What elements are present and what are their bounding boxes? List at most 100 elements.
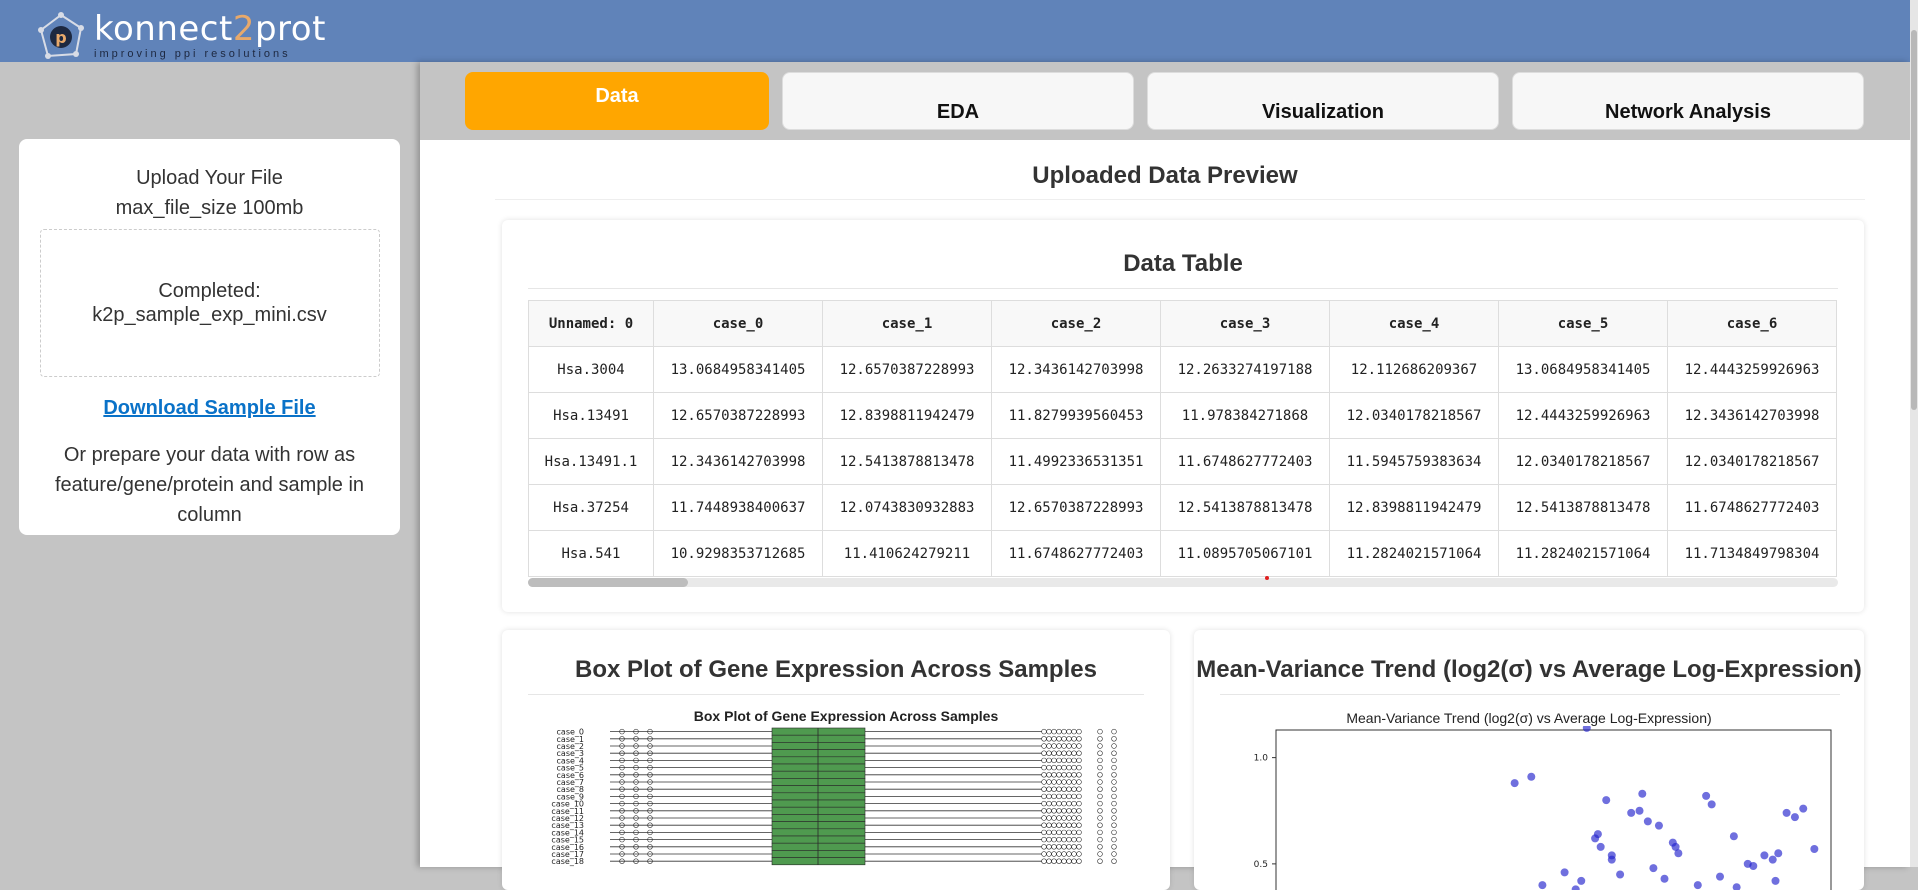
box-outlier — [1111, 736, 1117, 742]
box-outlier — [1051, 764, 1057, 771]
tab-eda[interactable]: EDA — [782, 72, 1134, 130]
scatter-point — [1596, 842, 1605, 851]
divider — [1220, 694, 1840, 695]
box-outlier — [1097, 822, 1103, 828]
box-outlier — [1076, 750, 1082, 756]
scatter-point — [1649, 864, 1658, 873]
data-table-scroll[interactable]: Unnamed: 0 case_0 case_1 case_2 case_3 c… — [528, 300, 1838, 583]
box-outlier — [1061, 844, 1067, 850]
table-row: Hsa.3004 13.0684958341405 12.65703872289… — [528, 346, 1837, 393]
table-horizontal-scrollbar[interactable] — [528, 578, 1838, 587]
box-outlier — [1076, 793, 1082, 800]
brand-logo[interactable]: p konnect2prot improving ppi resolutions — [36, 12, 326, 62]
box-outlier — [1046, 844, 1052, 850]
tab-data[interactable]: Data — [465, 72, 769, 130]
box-outlier — [1076, 728, 1082, 735]
box-outlier — [1076, 822, 1082, 828]
box-outlier — [1051, 851, 1057, 857]
box-outlier — [1061, 779, 1067, 785]
box-outlier — [1041, 757, 1047, 764]
download-sample-link[interactable]: Download Sample File — [103, 397, 315, 420]
tab-visualization[interactable]: Visualization — [1147, 72, 1499, 130]
box-outlier — [1041, 728, 1047, 735]
box-outlier — [1071, 858, 1077, 864]
box-outlier — [1066, 757, 1072, 764]
box-outlier — [1046, 815, 1052, 821]
page-vertical-scrollbar[interactable] — [1910, 0, 1918, 867]
table-cell: 11.2824021571064 — [1329, 530, 1499, 577]
table-cell: 11.6748627772403 — [991, 530, 1161, 577]
column-header[interactable]: case_4 — [1329, 300, 1499, 347]
table-cell: Hsa.13491.1 — [528, 438, 654, 485]
box-outlier — [1076, 844, 1082, 850]
scatter-point — [1582, 726, 1591, 732]
box-element — [771, 792, 866, 801]
table-cell: 13.0684958341405 — [1498, 346, 1668, 393]
box-outlier — [1046, 764, 1052, 771]
box-outlier — [1071, 786, 1077, 792]
box-outlier — [1041, 815, 1047, 821]
box-plot-title: Box Plot of Gene Expression Across Sampl… — [693, 708, 999, 724]
upload-heading: Upload Your File max_file_size 100mb — [19, 163, 400, 223]
column-header[interactable]: case_2 — [991, 300, 1161, 347]
box-outlier — [1051, 844, 1057, 850]
box-outlier — [1061, 815, 1067, 821]
box-outlier — [1046, 750, 1052, 756]
box-outlier — [1061, 793, 1067, 800]
box-outlier — [1071, 800, 1077, 807]
scatter-point — [1768, 855, 1777, 864]
box-outlier — [1056, 836, 1062, 843]
main-content: Data EDA Visualization Network Analysis … — [420, 62, 1910, 890]
box-outlier — [1046, 800, 1052, 807]
mean-variance-card: Mean-Variance Trend (log2(σ) vs Average … — [1194, 630, 1864, 890]
box-outlier — [1046, 808, 1052, 814]
box-outlier — [1051, 779, 1057, 785]
scatter-point — [1660, 874, 1669, 883]
box-outlier — [1111, 851, 1117, 857]
table-cell: 13.0684958341405 — [653, 346, 823, 393]
scatter-point — [1810, 845, 1819, 853]
column-header[interactable]: case_1 — [822, 300, 992, 347]
column-header[interactable]: Unnamed: 0 — [528, 300, 654, 347]
file-dropzone[interactable]: Completed: k2p_sample_exp_mini.csv — [39, 229, 380, 377]
scrollbar-thumb[interactable] — [1911, 30, 1917, 410]
table-cell: 12.5413878813478 — [1498, 484, 1668, 531]
box-outlier — [1061, 728, 1067, 735]
table-cell: 12.5413878813478 — [1160, 484, 1330, 531]
scatter-point — [1782, 808, 1791, 817]
box-element — [771, 785, 866, 794]
box-element — [771, 821, 866, 830]
box-plot-label: case_18 — [551, 857, 584, 866]
y-tick-label: 1.0 — [1254, 754, 1269, 764]
table-cell: 11.4992336531351 — [991, 438, 1161, 485]
box-outlier — [1056, 808, 1062, 814]
box-outlier — [1046, 736, 1052, 742]
box-outlier — [1041, 772, 1047, 778]
box-outlier — [1051, 808, 1057, 814]
box-outlier — [1061, 829, 1067, 836]
box-outlier — [1066, 800, 1072, 807]
box-outlier — [1061, 800, 1067, 807]
column-header[interactable]: case_5 — [1498, 300, 1668, 347]
table-cell: 12.2633274197188 — [1160, 346, 1330, 393]
tab-network-analysis[interactable]: Network Analysis — [1512, 72, 1864, 130]
column-header[interactable]: case_6 — [1667, 300, 1837, 347]
box-outlier — [1061, 772, 1067, 778]
box-outlier — [1097, 764, 1103, 771]
box-outlier — [1056, 793, 1062, 800]
column-header[interactable]: case_3 — [1160, 300, 1330, 347]
scatter-point — [1607, 851, 1616, 860]
box-outlier — [1041, 786, 1047, 792]
box-outlier — [1066, 836, 1072, 843]
box-outlier — [1097, 736, 1103, 742]
upload-card: Upload Your File max_file_size 100mb Com… — [19, 139, 400, 535]
box-outlier — [1066, 793, 1072, 800]
box-outlier — [1111, 844, 1117, 850]
column-header[interactable]: case_0 — [653, 300, 823, 347]
scrollbar-thumb[interactable] — [528, 578, 688, 587]
upload-status: Completed: — [158, 280, 261, 302]
preview-title: Uploaded Data Preview — [1032, 162, 1298, 189]
box-outlier — [1056, 858, 1062, 864]
scatter-point — [1674, 849, 1683, 858]
box-outlier — [1056, 822, 1062, 828]
